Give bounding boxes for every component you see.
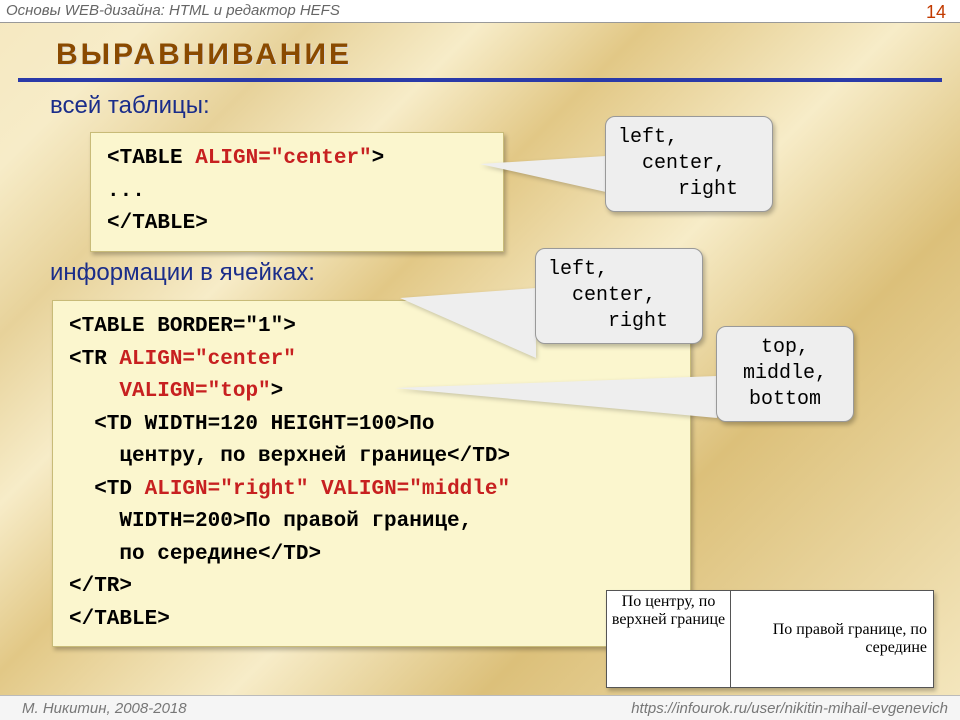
footer-author: М. Никитин, 2008-2018 — [22, 700, 187, 717]
subtitle-whole-table: всей таблицы: — [50, 92, 210, 120]
callout-align-values-2: left, center, right — [535, 248, 703, 344]
code-block-cells-align: <TABLE BORDER="1"> <TR ALIGN="center" VA… — [52, 300, 691, 647]
title-underline — [18, 78, 942, 82]
callout-tail — [480, 156, 606, 192]
footer-url: https://infourok.ru/user/nikitin-mihail-… — [631, 700, 948, 717]
example-rendered-table: По центру, по верхней границе По правой … — [606, 590, 934, 688]
callout-tail — [395, 376, 717, 418]
code-block-table-align: <TABLE ALIGN="center"> ... </TABLE> — [90, 132, 504, 252]
slide: Основы WEB-дизайна: HTML и редактор HEFS… — [0, 0, 960, 720]
page-title: ВЫРАВНИВАНИЕ — [56, 38, 352, 72]
table-row: По центру, по верхней границе По правой … — [607, 591, 934, 688]
header-text: Основы WEB-дизайна: HTML и редактор HEFS — [6, 2, 340, 19]
callout-valign-values: top, middle, bottom — [716, 326, 854, 422]
page-number: 14 — [926, 2, 946, 23]
example-cell-middle-right: По правой границе, по середине — [731, 591, 934, 688]
callout-tail — [400, 288, 536, 358]
callout-align-values-1: left, center, right — [605, 116, 773, 212]
subtitle-cells: информации в ячейках: — [50, 259, 315, 287]
example-cell-top-center: По центру, по верхней границе — [607, 591, 731, 688]
